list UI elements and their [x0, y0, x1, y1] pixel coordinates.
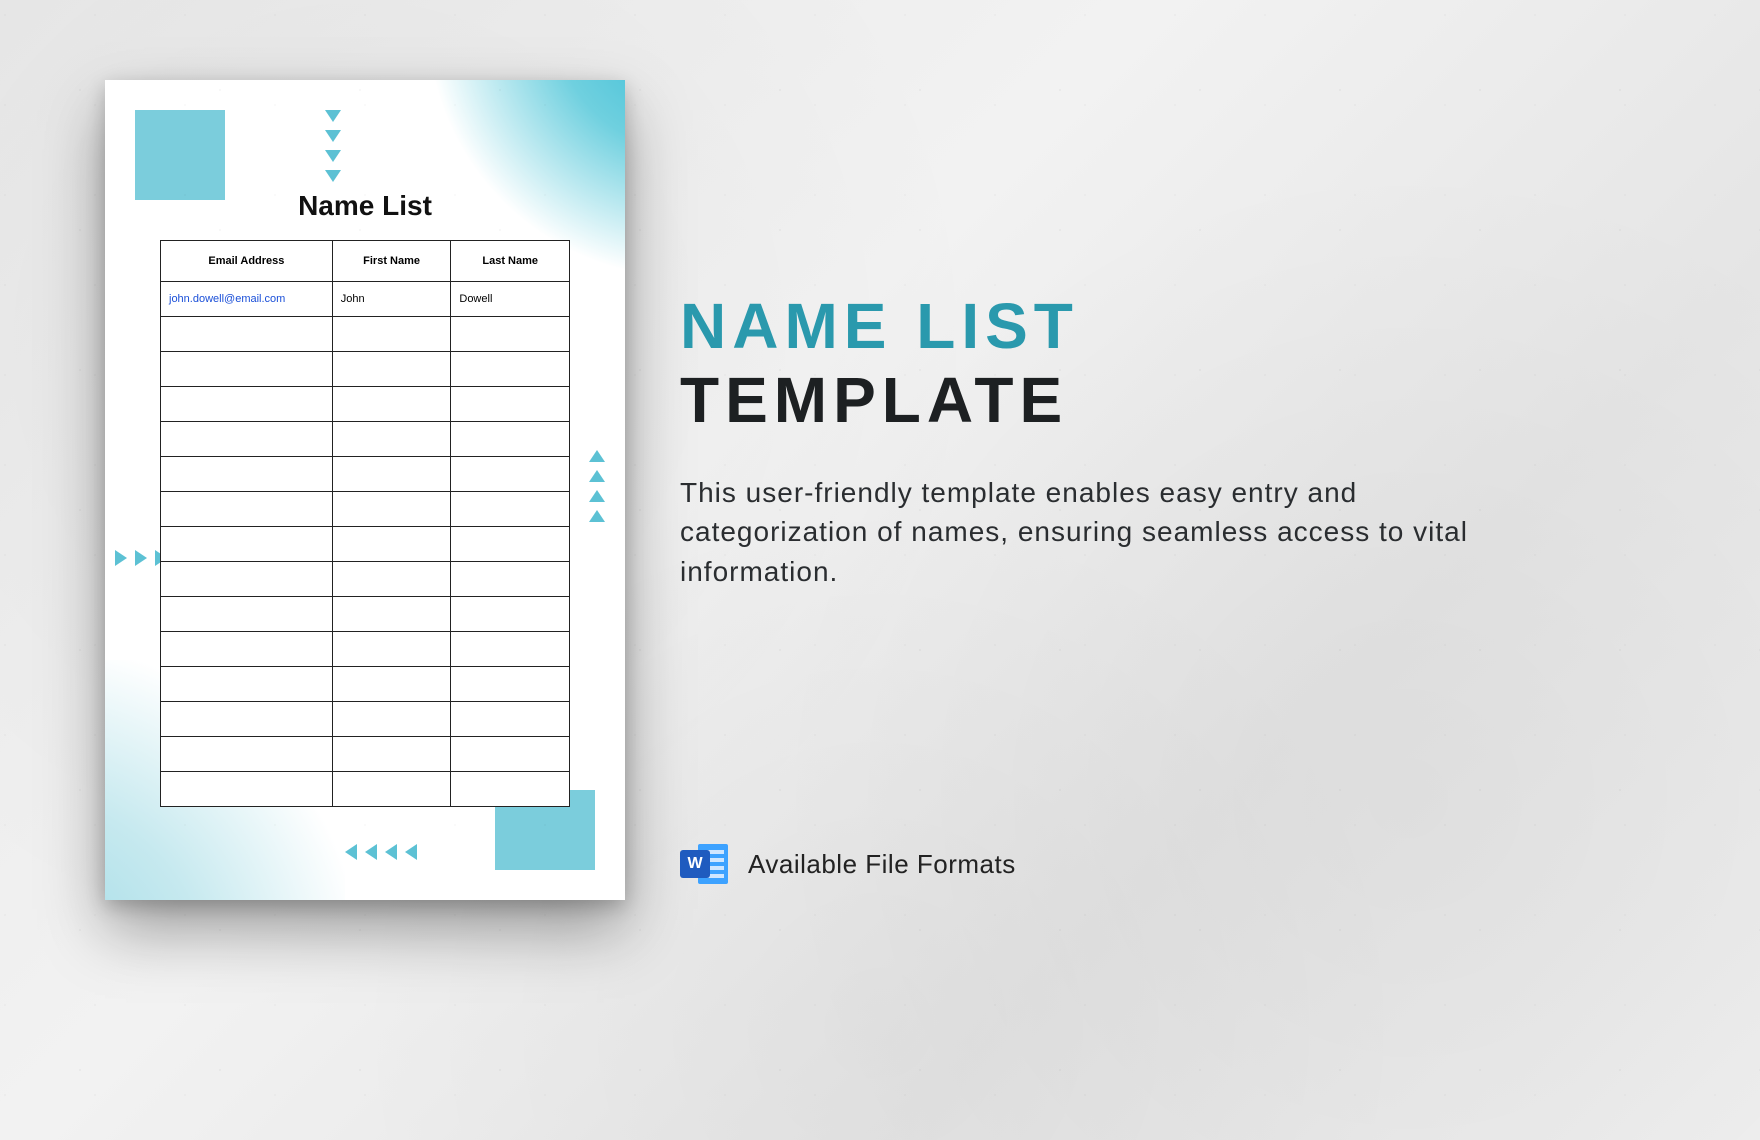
table-row [161, 667, 570, 702]
triangle-left-icon [365, 844, 377, 860]
promo-description: This user-friendly template enables easy… [680, 473, 1500, 591]
triangle-left-icon [405, 844, 417, 860]
triangle-down-icon [325, 110, 341, 122]
cell-last [451, 597, 570, 632]
cell-first [332, 562, 451, 597]
cell-email [161, 457, 333, 492]
cell-email [161, 352, 333, 387]
template-preview-page: Name List Email Address First Name Last … [105, 80, 625, 900]
table-row [161, 702, 570, 737]
document-title: Name List [105, 190, 625, 222]
promo-headline: NAME LIST TEMPLATE [680, 290, 1620, 437]
cell-last [451, 492, 570, 527]
table-row [161, 352, 570, 387]
cell-first [332, 667, 451, 702]
cell-last: Dowell [451, 282, 570, 317]
cell-email [161, 317, 333, 352]
headline-line2: TEMPLATE [680, 364, 1620, 438]
cell-first [332, 527, 451, 562]
cell-email [161, 527, 333, 562]
cell-email [161, 492, 333, 527]
cell-last [451, 632, 570, 667]
table-row [161, 772, 570, 807]
decorative-square-top-left [135, 110, 225, 200]
triangle-up-icon [589, 490, 605, 502]
cell-last [451, 422, 570, 457]
cell-last [451, 352, 570, 387]
cell-first [332, 492, 451, 527]
cell-first [332, 597, 451, 632]
cell-last [451, 772, 570, 807]
cell-last [451, 702, 570, 737]
cell-last [451, 317, 570, 352]
name-list-table: Email Address First Name Last Name john.… [160, 240, 570, 807]
triangle-up-icon [589, 450, 605, 462]
table-header-row: Email Address First Name Last Name [161, 241, 570, 282]
cell-last [451, 562, 570, 597]
cell-first [332, 702, 451, 737]
cell-first: John [332, 282, 451, 317]
table-row [161, 422, 570, 457]
table-row [161, 317, 570, 352]
cell-first [332, 737, 451, 772]
cell-email [161, 667, 333, 702]
file-formats-label: Available File Formats [748, 849, 1016, 880]
cell-first [332, 772, 451, 807]
cell-email [161, 387, 333, 422]
table-row [161, 562, 570, 597]
cell-first [332, 632, 451, 667]
cell-first [332, 422, 451, 457]
cell-first [332, 317, 451, 352]
column-header-first: First Name [332, 241, 451, 282]
cell-email [161, 737, 333, 772]
table-row [161, 597, 570, 632]
table-row [161, 457, 570, 492]
triangle-up-icon [589, 510, 605, 522]
cell-email [161, 562, 333, 597]
table-row [161, 737, 570, 772]
cell-last [451, 667, 570, 702]
headline-line1: NAME LIST [680, 290, 1620, 364]
cell-first [332, 457, 451, 492]
promo-block: NAME LIST TEMPLATE This user-friendly te… [680, 290, 1620, 591]
cell-email [161, 702, 333, 737]
table-row [161, 632, 570, 667]
file-formats: W Available File Formats [680, 840, 1016, 888]
triangle-down-icon [325, 130, 341, 142]
table-row: john.dowell@email.comJohnDowell [161, 282, 570, 317]
cell-email [161, 597, 333, 632]
column-header-last: Last Name [451, 241, 570, 282]
word-icon: W [680, 840, 728, 888]
triangle-down-icon [325, 150, 341, 162]
triangle-left-icon [345, 844, 357, 860]
triangle-up-icon [589, 470, 605, 482]
cell-last [451, 527, 570, 562]
cell-first [332, 387, 451, 422]
column-header-email: Email Address [161, 241, 333, 282]
cell-last [451, 737, 570, 772]
triangle-right-icon [135, 550, 147, 566]
table-row [161, 492, 570, 527]
cell-last [451, 387, 570, 422]
cell-email [161, 422, 333, 457]
cell-email [161, 632, 333, 667]
table-row [161, 387, 570, 422]
triangle-right-icon [115, 550, 127, 566]
cell-email: john.dowell@email.com [161, 282, 333, 317]
cell-last [451, 457, 570, 492]
table-row [161, 527, 570, 562]
triangle-down-icon [325, 170, 341, 182]
cell-first [332, 352, 451, 387]
triangle-left-icon [385, 844, 397, 860]
cell-email [161, 772, 333, 807]
